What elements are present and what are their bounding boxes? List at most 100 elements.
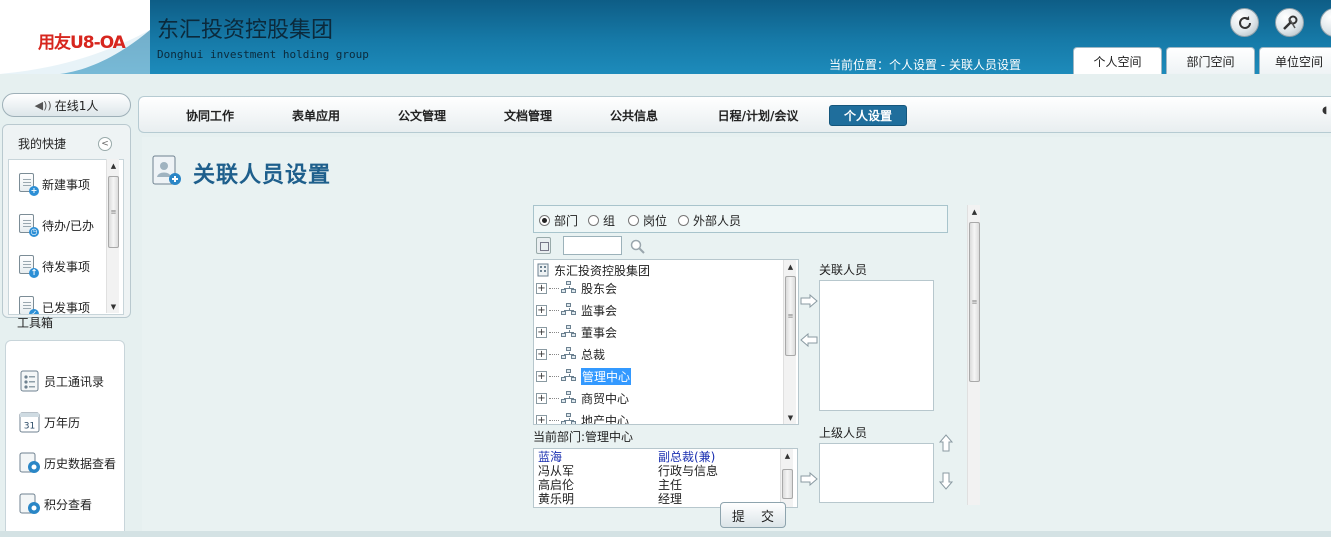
department-tree: 东汇投资控股集团 + 股东会 + 监事会 + 董事会 + 总裁 + 管理中心 +… — [533, 259, 799, 425]
header: 用友U8-OA 东汇投资控股集团 Donghui investment hold… — [0, 0, 1331, 74]
doc-sent-icon: ✓ — [17, 295, 39, 314]
radio-group[interactable]: 组 — [588, 212, 615, 229]
nav-schedule[interactable]: 日程/计划/会议 — [699, 105, 817, 126]
expand-icon[interactable]: + — [536, 348, 547, 360]
radio-department[interactable]: 部门 — [539, 212, 578, 229]
org-chart-icon — [561, 369, 577, 383]
calendar-day-number: 31 — [24, 422, 35, 432]
nav-scroll-icon[interactable]: ◖ — [1322, 105, 1327, 116]
quick-item-pending[interactable]: ↑ 待发事项 — [17, 254, 90, 278]
member-list-scrollbar[interactable]: ▲ — [780, 449, 793, 507]
tree-node-label: 监事会 — [581, 303, 618, 318]
nav-collaboration[interactable]: 协同工作 — [169, 105, 251, 126]
quick-item-label: 待发事项 — [42, 259, 91, 274]
tree-view-icon[interactable] — [536, 237, 551, 254]
collapse-icon[interactable]: < — [98, 137, 112, 151]
search-icon[interactable] — [629, 238, 646, 255]
quick-item-todo[interactable]: ◷ 待办/已办 — [17, 213, 94, 237]
history-icon — [18, 451, 42, 475]
related-person-settings-icon — [151, 155, 183, 187]
nav-personal-settings[interactable]: 个人设置 — [829, 105, 907, 126]
points-icon — [18, 492, 42, 516]
scroll-up-icon[interactable]: ▲ — [784, 260, 797, 273]
tree-node[interactable]: + 总裁 — [536, 344, 605, 364]
tool-address-book[interactable]: 员工通讯录 — [18, 369, 104, 393]
tree-scrollbar[interactable]: ▲ ≡ ▼ — [783, 260, 796, 424]
tree-root[interactable]: 东汇投资控股集团 — [536, 260, 650, 280]
tree-node-selected[interactable]: + 管理中心 — [536, 366, 632, 386]
scroll-thumb[interactable] — [782, 469, 793, 499]
tab-unit-space[interactable]: 单位空间 — [1259, 47, 1331, 74]
org-chart-icon — [561, 303, 577, 317]
tree-node[interactable]: + 股东会 — [536, 278, 617, 298]
scroll-up-icon[interactable]: ▲ — [781, 449, 794, 462]
related-persons-list[interactable] — [819, 280, 934, 411]
arrow-up-icon[interactable] — [938, 434, 954, 452]
radio-label: 部门 — [554, 214, 579, 228]
nav-documents-official[interactable]: 公文管理 — [381, 105, 463, 126]
nav-documents[interactable]: 文档管理 — [487, 105, 569, 126]
tool-calendar[interactable]: 31 万年历 — [18, 410, 80, 434]
tree-node[interactable]: + 商贸中心 — [536, 388, 629, 408]
tree-node-label: 地产中心 — [581, 413, 630, 425]
tool-history[interactable]: 历史数据查看 — [18, 451, 116, 475]
quick-item-label: 已发事项 — [42, 300, 91, 315]
radio-position[interactable]: 岗位 — [628, 212, 667, 229]
scroll-down-icon[interactable]: ▼ — [784, 411, 797, 424]
tool-label: 员工通讯录 — [44, 374, 105, 389]
member-name: 高启伦 — [538, 478, 575, 492]
expand-icon[interactable]: + — [536, 304, 547, 316]
superior-persons-list[interactable] — [819, 443, 934, 503]
submit-button[interactable]: 提 交 — [720, 502, 786, 528]
tree-node-label: 总裁 — [581, 347, 606, 362]
arrow-right-icon[interactable] — [800, 471, 818, 487]
search-input[interactable] — [563, 236, 622, 255]
scroll-thumb[interactable]: ≡ — [108, 176, 119, 248]
expand-icon[interactable]: + — [536, 282, 547, 294]
toolbox-panel: 员工通讯录 31 万年历 历史数据查看 积分查看 — [5, 340, 125, 535]
tool-label: 积分查看 — [44, 497, 93, 512]
online-users-button[interactable]: ◀)) 在线1人 — [2, 93, 131, 117]
org-chart-icon — [561, 413, 577, 424]
page-scrollbar[interactable]: ▲ ≡ — [967, 205, 980, 505]
tab-department-space[interactable]: 部门空间 — [1166, 47, 1255, 74]
org-chart-icon — [561, 325, 577, 339]
scroll-down-icon[interactable]: ▼ — [107, 300, 120, 313]
quick-item-new[interactable]: + 新建事项 — [17, 172, 90, 196]
tools-icon[interactable] — [1275, 8, 1304, 37]
radio-external[interactable]: 外部人员 — [678, 212, 741, 229]
current-department-label: 当前部门:管理中心 — [533, 430, 634, 444]
nav-public-info[interactable]: 公共信息 — [593, 105, 675, 126]
quick-list-scrollbar[interactable]: ▲ ≡ ▼ — [106, 159, 119, 313]
tool-label: 历史数据查看 — [44, 456, 117, 471]
nav-forms[interactable]: 表单应用 — [275, 105, 357, 126]
tool-points[interactable]: 积分查看 — [18, 492, 92, 516]
tree-node-label: 董事会 — [581, 325, 618, 340]
bottom-bar — [0, 531, 1331, 537]
user-icon[interactable] — [1320, 8, 1331, 37]
tab-personal-space[interactable]: 个人空间 — [1073, 47, 1162, 74]
refresh-icon[interactable] — [1230, 8, 1259, 37]
scroll-thumb[interactable]: ≡ — [785, 276, 796, 356]
expand-icon[interactable]: + — [536, 392, 547, 404]
quick-item-sent[interactable]: ✓ 已发事项 — [17, 295, 91, 315]
scroll-up-icon[interactable]: ▲ — [968, 205, 981, 218]
member-name: 冯从军 — [538, 464, 575, 478]
scroll-thumb[interactable]: ≡ — [969, 222, 980, 382]
superior-persons-label: 上级人员 — [819, 426, 868, 440]
radio-label: 外部人员 — [693, 214, 742, 228]
scroll-up-icon[interactable]: ▲ — [107, 159, 120, 172]
arrow-down-icon[interactable] — [938, 472, 954, 490]
arrow-left-icon[interactable] — [800, 332, 818, 348]
tree-node[interactable]: + 监事会 — [536, 300, 617, 320]
quick-panel-title: 我的快捷 — [18, 137, 67, 151]
doc-add-icon: + — [17, 172, 39, 196]
radio-label: 岗位 — [643, 214, 668, 228]
expand-icon[interactable]: + — [536, 326, 547, 338]
tree-node[interactable]: + 董事会 — [536, 322, 617, 342]
company-name-english: Donghui investment holding group — [157, 48, 369, 61]
arrow-right-icon[interactable] — [800, 293, 818, 309]
expand-icon[interactable]: + — [536, 414, 547, 424]
expand-icon[interactable]: + — [536, 370, 547, 382]
tree-node[interactable]: + 地产中心 — [536, 410, 630, 425]
